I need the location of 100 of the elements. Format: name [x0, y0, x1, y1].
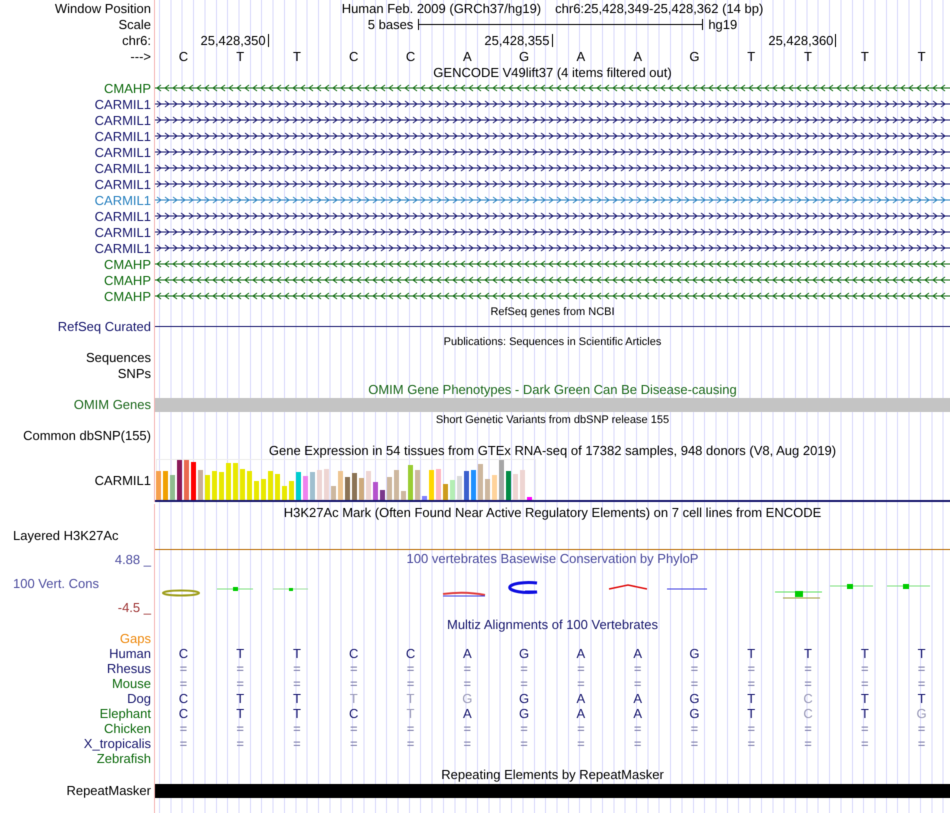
match-mark: =: [235, 676, 245, 691]
coordinate-tick: 25,428,360: [768, 34, 836, 46]
gene-label[interactable]: CMAHP: [104, 288, 151, 304]
base-letter: C: [348, 706, 360, 721]
match-mark: =: [690, 736, 700, 751]
match-mark: =: [576, 676, 586, 691]
gene-label[interactable]: CARMIL1: [94, 224, 151, 240]
match-mark: =: [348, 661, 359, 676]
base-letter: A: [462, 706, 473, 721]
match-mark: =: [292, 661, 302, 676]
position-text: chr6:25,428,349-25,428,362 (14 bp): [555, 0, 764, 16]
match-mark: =: [178, 736, 188, 751]
base-letter: A: [632, 48, 643, 64]
track-label: Sequences: [86, 350, 151, 366]
gene-label[interactable]: CARMIL1: [94, 240, 151, 256]
base-letter: T: [803, 646, 813, 661]
track-title: Publications: Sequences in Scientific Articles: [444, 336, 662, 348]
assembly-text: hg19: [708, 16, 738, 32]
coordinate-tick: 25,428,355: [484, 34, 552, 46]
track-title: Repeating Elements by RepeatMasker: [441, 767, 664, 782]
base-letter: G: [518, 706, 530, 721]
match-mark: =: [462, 676, 472, 691]
gene-label[interactable]: CMAHP: [104, 272, 151, 288]
base-letter: A: [632, 691, 643, 706]
match-mark: =: [632, 736, 642, 751]
match-mark: =: [406, 736, 416, 751]
match-mark: =: [178, 721, 188, 736]
gene-label[interactable]: CARMIL1: [94, 144, 151, 160]
match-mark: =: [519, 661, 529, 676]
base-letter: A: [576, 646, 586, 661]
match-mark: =: [916, 661, 926, 676]
base-letter: T: [235, 691, 246, 706]
gene-label[interactable]: CMAHP: [104, 80, 151, 96]
match-mark: =: [916, 676, 926, 691]
track-label: Scale: [118, 16, 151, 32]
match-mark: =: [860, 661, 870, 676]
base-letter: T: [746, 646, 756, 661]
track-title: 100 vertebrates Basewise Conservation by PhyloP: [406, 550, 698, 567]
base-letter: C: [802, 691, 814, 706]
match-mark: =: [632, 661, 642, 676]
species-label: X_tropicalis: [84, 736, 151, 751]
match-mark: =: [576, 736, 586, 751]
base-letter: T: [406, 706, 416, 721]
match-mark: =: [746, 661, 756, 676]
base-letter: A: [632, 706, 643, 721]
track-label: chr6:: [122, 32, 151, 48]
gene-label[interactable]: CARMIL1: [94, 176, 151, 192]
match-mark: =: [690, 661, 700, 676]
match-mark: =: [803, 736, 813, 751]
track-label: OMIM Genes: [74, 397, 151, 412]
match-mark: =: [519, 721, 529, 736]
base-letter: A: [576, 706, 586, 721]
base-letter: T: [235, 48, 246, 64]
match-mark: =: [406, 661, 416, 676]
base-letter: G: [688, 691, 701, 706]
gene-label[interactable]: CARMIL1: [94, 128, 151, 144]
match-mark: =: [178, 661, 188, 676]
match-mark: =: [292, 721, 302, 736]
base-letter: G: [688, 48, 701, 64]
base-letter: T: [916, 48, 927, 64]
base-letter: T: [235, 646, 246, 661]
base-letter: T: [860, 706, 870, 721]
gene-label[interactable]: CARMIL1: [94, 192, 151, 208]
species-label: Gaps: [120, 631, 151, 646]
track-title: OMIM Gene Phenotypes - Dark Green Can Be Disease-causing: [368, 382, 737, 396]
base-letter: A: [462, 48, 473, 64]
base-letter: C: [178, 646, 190, 661]
match-mark: =: [746, 676, 756, 691]
base-letter: T: [746, 706, 756, 721]
match-mark: =: [746, 736, 756, 751]
species-label: Dog: [127, 691, 151, 706]
base-letter: T: [235, 706, 246, 721]
track-label: RepeatMasker: [66, 783, 151, 798]
gene-label[interactable]: CARMIL1: [94, 96, 151, 112]
base-letter: T: [746, 48, 756, 64]
match-mark: =: [519, 676, 529, 691]
base-letter: T: [292, 691, 302, 706]
match-mark: =: [235, 736, 245, 751]
match-mark: =: [519, 736, 529, 751]
gene-label[interactable]: CMAHP: [104, 256, 151, 272]
match-mark: =: [632, 721, 642, 736]
base-letter: A: [462, 646, 473, 661]
base-letter: C: [178, 48, 190, 64]
base-letter: T: [348, 691, 359, 706]
base-letter: C: [178, 706, 190, 721]
track-title: H3K27Ac Mark (Often Found Near Active Regulatory Elements) on 7 cell lines from ENCODE: [284, 505, 822, 520]
track-label: 100 Vert. Cons: [12, 576, 99, 591]
match-mark: =: [690, 721, 700, 736]
match-mark: =: [292, 676, 302, 691]
axis-min-label: -4.5 _: [118, 600, 151, 615]
species-label: Rhesus: [106, 661, 151, 676]
track-title: Gene Expression in 54 tissues from GTEx RNA-seq of 17382 samples, 948 donors (V8, Aug 2019): [268, 443, 836, 458]
gene-label[interactable]: CARMIL1: [94, 112, 151, 128]
gene-label[interactable]: CARMIL1: [94, 160, 151, 176]
match-mark: =: [348, 736, 359, 751]
gene-label[interactable]: CARMIL1: [94, 208, 151, 224]
axis-max-label: 4.88 _: [114, 552, 151, 567]
assembly-text: Human Feb. 2009 (GRCh37/hg19): [342, 0, 542, 16]
match-mark: =: [462, 721, 472, 736]
base-letter: T: [860, 691, 870, 706]
